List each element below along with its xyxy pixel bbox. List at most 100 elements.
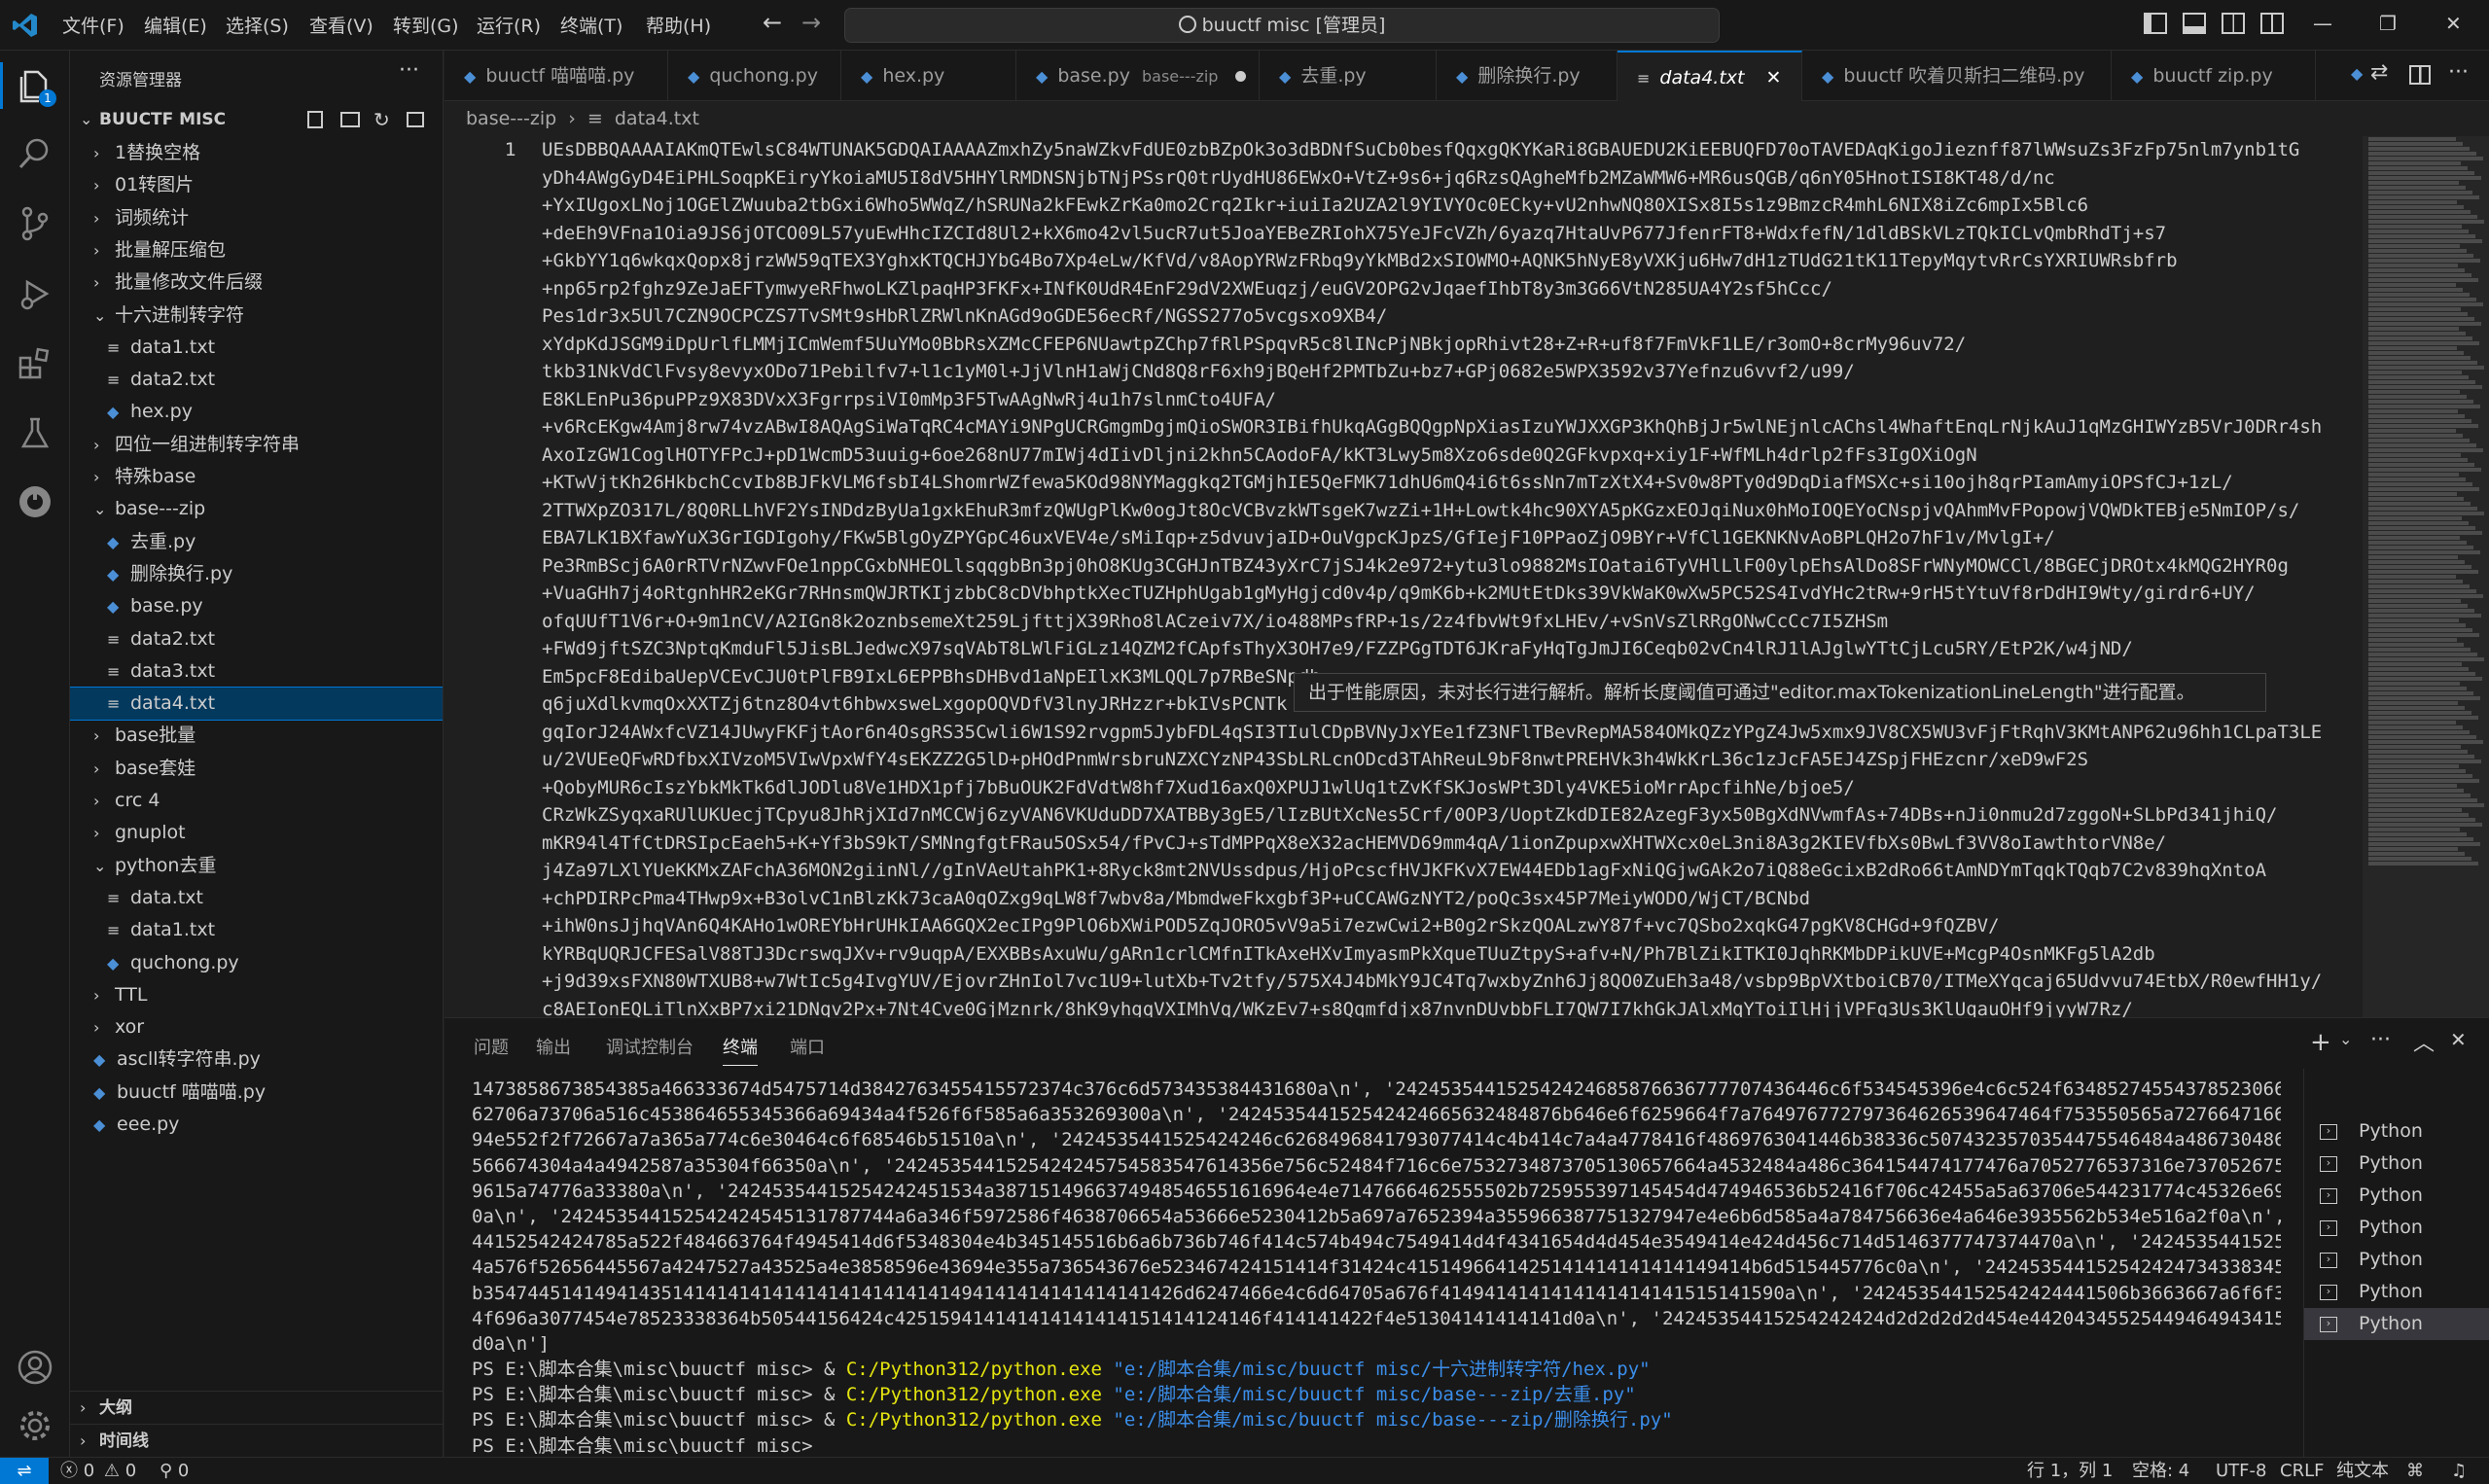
tree-folder-item[interactable]: › 批量解压缩包 [70,234,443,266]
tree-folder-item[interactable]: › 词频统计 [70,202,443,234]
problems-status[interactable]: ⓧ 0 ⚠ 0 [60,1458,136,1484]
tab-output[interactable]: 输出 [536,1034,571,1059]
restore-icon[interactable]: ❐ [2379,12,2397,35]
terminal-instance[interactable]: › Python [2304,1148,2489,1180]
menu-selection[interactable]: 选择(S) [226,12,289,38]
collapse-all-icon[interactable] [407,112,424,127]
minimap[interactable] [2363,136,2489,1017]
remote-explorer-icon[interactable] [16,482,54,521]
tree-file-item[interactable]: ◆ ascll转字符串.py [70,1043,443,1076]
explorer-icon[interactable]: 1 [16,66,56,107]
tab-delete-newline[interactable]: ◆ 删除换行.py [1437,51,1618,101]
tree-folder-item[interactable]: › 1替换空格 [70,137,443,169]
tab-debug-console[interactable]: 调试控制台 [606,1034,693,1059]
code-editor[interactable]: 1 UEsDBBQAAAAIAKmQTEwlsC84WTUNAK5GDQAIAA… [444,136,2489,1017]
indentation[interactable]: 空格: 4 [2132,1458,2189,1484]
tree-file-item[interactable]: ≡ data3.txt [70,655,443,688]
command-center-search[interactable]: buuctf misc [管理员] [844,8,1720,43]
tree-file-item[interactable]: ≡ data4.txt [70,687,443,722]
timeline-section[interactable]: › 时间线 [70,1424,443,1457]
outline-section[interactable]: › 大纲 [70,1391,443,1424]
toggle-primary-sidebar-icon[interactable] [2144,13,2167,34]
end-of-line[interactable]: CRLF [2280,1458,2324,1484]
tree-folder-item[interactable]: › xor [70,1011,443,1043]
close-window-icon[interactable]: ✕ [2445,12,2462,35]
tree-file-item[interactable]: ◆ base.py [70,590,443,622]
new-file-icon[interactable] [307,111,323,128]
customize-layout-icon[interactable] [2260,13,2284,34]
breadcrumb-folder[interactable]: base---zip [466,108,556,129]
back-arrow-icon[interactable]: ← [763,9,782,36]
copilot-icon[interactable]: ⌘ [2406,1458,2424,1484]
tab-ports[interactable]: 端口 [790,1034,825,1059]
close-panel-icon[interactable]: ✕ [2450,1028,2467,1051]
editor-text[interactable]: UEsDBBQAAAAIAKmQTEwlsC84WTUNAK5GDQAIAAAA… [542,136,2361,1017]
tab-buuctf-bass-qr[interactable]: ◆ buuctf 吹着贝斯扫二维码.py [1802,51,2112,101]
menu-edit[interactable]: 编辑(E) [144,12,207,38]
search-view-icon[interactable] [16,134,54,173]
tree-folder-item[interactable]: › 01转图片 [70,169,443,201]
tab-quchong[interactable]: ◆ quchong.py [668,51,841,101]
close-tab-icon[interactable]: ✕ [1765,67,1781,88]
tab-base[interactable]: ◆ base.py base---zip [1016,51,1260,101]
tree-folder-item[interactable]: ⌄ base---zip [70,493,443,525]
tree-folder-item[interactable]: › 特殊base [70,461,443,493]
tree-folder-item[interactable]: ⌄ 十六进制转字符 [70,300,443,332]
source-control-icon[interactable] [16,204,54,243]
split-editor-icon[interactable] [2409,65,2431,85]
remote-indicator[interactable]: ⇌ [0,1458,49,1484]
tree-file-item[interactable]: ◆ quchong.py [70,947,443,979]
tree-file-item[interactable]: ◆ 去重.py [70,526,443,558]
tree-folder-item[interactable]: › base套娃 [70,753,443,785]
ports-status[interactable]: ⚲ 0 [160,1458,189,1484]
menu-help[interactable]: 帮助(H) [646,12,711,38]
tree-file-item[interactable]: ≡ data1.txt [70,914,443,946]
terminal-instance[interactable]: › Python [2304,1244,2489,1276]
tree-folder-item[interactable]: › TTL [70,979,443,1011]
terminal-instance[interactable]: › Python [2304,1115,2489,1148]
tab-buuctf-zip[interactable]: ◆ buuctf zip.py [2112,51,2316,101]
tree-file-item[interactable]: ◆ buuctf 喵喵喵.py [70,1077,443,1109]
refresh-icon[interactable]: ↻ [373,103,390,136]
terminal-instance-active[interactable]: › Python [2304,1308,2489,1340]
tab-problems[interactable]: 问题 [474,1034,509,1059]
terminal-instance[interactable]: › Python [2304,1212,2489,1244]
tree-file-item[interactable]: ≡ data1.txt [70,332,443,364]
accounts-icon[interactable] [16,1348,54,1387]
more-actions-icon[interactable]: ··· [399,58,419,83]
cursor-position[interactable]: 行 1，列 1 [2027,1458,2113,1484]
terminal-output[interactable]: 1473858673854385a466333674d5475714d38427… [472,1077,2281,1456]
toggle-secondary-sidebar-icon[interactable] [2222,13,2245,34]
minimize-icon[interactable]: — [2313,12,2332,35]
tab-terminal[interactable]: 终端 [723,1034,758,1066]
workspace-root[interactable]: ⌄ BUUCTF MISC ↻ [70,103,443,136]
terminal-instance[interactable]: › Python [2304,1180,2489,1212]
new-terminal-plus-icon[interactable]: + [2310,1028,2331,1057]
menu-run[interactable]: 运行(R) [477,12,541,38]
tree-file-item[interactable]: ≡ data.txt [70,882,443,914]
manage-gear-icon[interactable] [16,1406,54,1445]
tree-folder-item[interactable]: ⌄ python去重 [70,850,443,882]
forward-arrow-icon[interactable]: → [801,9,821,36]
notifications-bell-icon[interactable]: ♫ [2451,1458,2467,1484]
encoding[interactable]: UTF-8 [2216,1458,2266,1484]
menu-file[interactable]: 文件(F) [62,12,124,38]
testing-flask-icon[interactable] [16,414,54,453]
tree-file-item[interactable]: ≡ data2.txt [70,623,443,655]
terminal-instance[interactable]: › Python [2304,1276,2489,1308]
extensions-icon[interactable] [16,344,54,383]
editor-more-icon[interactable]: ··· [2448,60,2469,85]
new-folder-icon[interactable] [340,112,360,127]
tree-file-item[interactable]: ≡ data2.txt [70,364,443,396]
terminal-dropdown-chevron-icon[interactable]: ⌄ [2339,1030,2352,1048]
tab-hex[interactable]: ◆ hex.py [841,51,1016,101]
menu-view[interactable]: 查看(V) [309,12,373,38]
tree-folder-item[interactable]: › crc 4 [70,785,443,817]
toggle-panel-icon[interactable] [2183,13,2206,34]
language-mode[interactable]: 纯文本 [2336,1458,2389,1484]
tab-buuctf-miaomiaomiao[interactable]: ◆ buuctf 喵喵喵.py [444,51,668,101]
tree-file-item[interactable]: ◆ 删除换行.py [70,558,443,590]
panel-more-icon[interactable]: ··· [2370,1028,2391,1052]
menu-go[interactable]: 转到(G) [393,12,459,38]
menu-terminal[interactable]: 终端(T) [560,12,622,38]
